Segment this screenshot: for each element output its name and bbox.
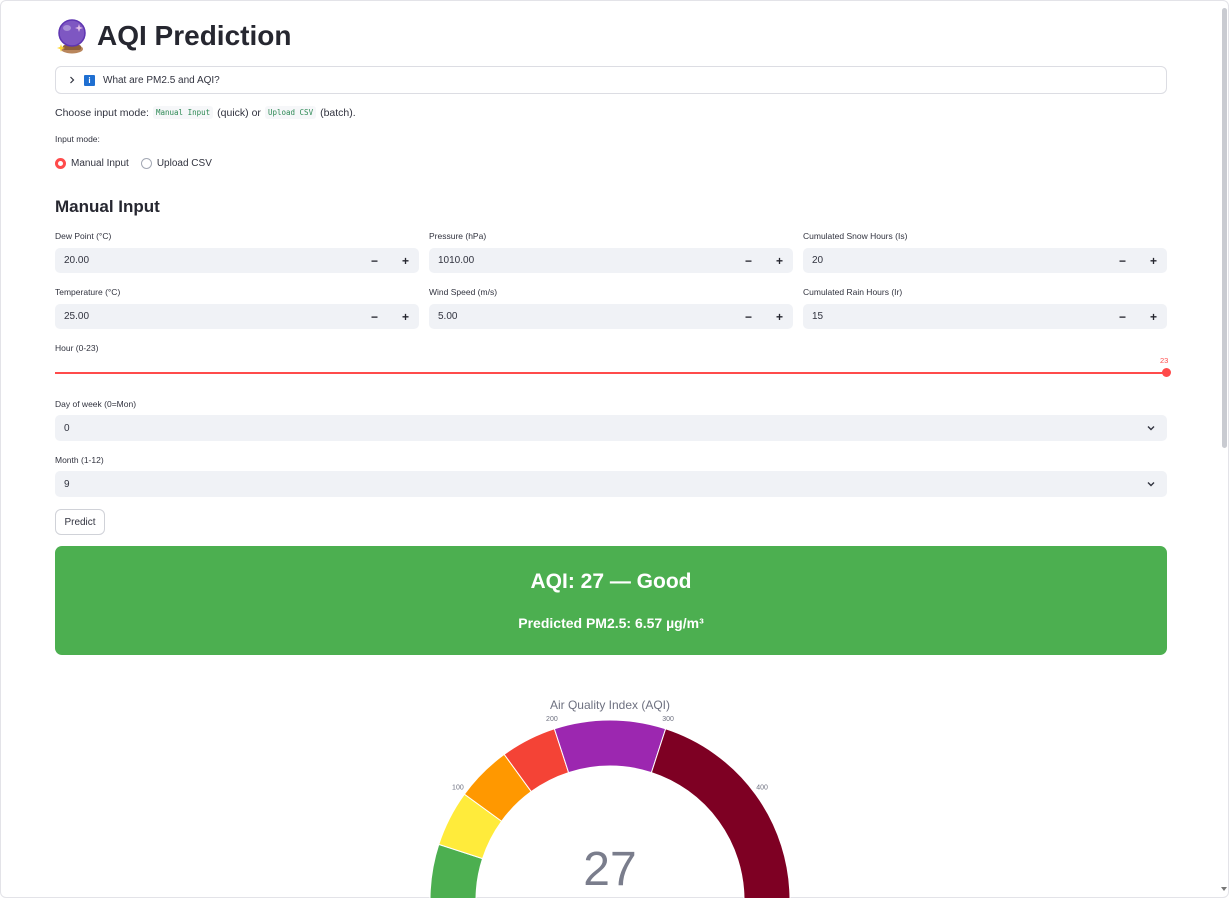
decrement-button[interactable]: − [371,310,378,324]
gauge-value: 27 [583,843,636,896]
radio-csv-label: Upload CSV [156,158,212,169]
decrement-button[interactable]: − [371,254,378,268]
manual-input-heading: Manual Input [55,197,160,216]
radio-manual-input[interactable]: Manual Input [55,158,129,169]
mode-text-suffix: (batch). [320,106,356,119]
decrement-button[interactable]: − [745,310,752,324]
pressure-input[interactable]: 1010.00 − + [429,248,793,273]
decrement-button[interactable]: − [1119,254,1126,268]
hour-label: Hour (0-23) [55,343,99,353]
increment-button[interactable]: + [1150,310,1157,324]
gauge-tick-label: 400 [756,784,768,791]
day-of-week-select[interactable]: 0 [55,415,1167,441]
hour-slider-thumb[interactable] [1162,368,1171,377]
month-label: Month (1-12) [55,455,104,465]
decrement-button[interactable]: − [1119,310,1126,324]
pressure-value[interactable]: 1010.00 [438,255,745,266]
temperature-input[interactable]: 25.00 − + [55,304,419,329]
decrement-button[interactable]: − [745,254,752,268]
aqi-result-banner: AQI: 27 — Good Predicted PM2.5: 6.57 µg/… [55,546,1167,655]
increment-button[interactable]: + [1150,254,1157,268]
gauge-title: Air Quality Index (AQI) [550,698,670,712]
radio-upload-csv[interactable]: Upload CSV [140,158,212,169]
input-mode-description: Choose input mode: Manual Input (quick) … [55,106,356,119]
input-mode-radio-group: Manual Input Upload CSV [55,158,212,169]
day-of-week-label: Day of week (0=Mon) [55,399,137,409]
hour-slider-value: 23 [1160,356,1169,365]
chevron-right-icon [70,76,75,84]
pm-aqi-expander[interactable]: i What are PM2.5 and AQI? [55,66,1167,94]
wind-speed-label: Wind Speed (m/s) [429,287,498,297]
increment-button[interactable]: + [402,254,409,268]
mode-code-csv: Upload CSV [264,106,317,119]
aqi-gauge-chart: Air Quality Index (AQI) 100 200 300 400 27 [429,698,791,898]
pressure-label: Pressure (hPa) [429,231,487,241]
wind-speed-value[interactable]: 5.00 [438,311,745,322]
snow-hours-input[interactable]: 20 − + [803,248,1167,273]
aqi-result-text: AQI: 27 — Good [530,570,692,593]
mode-code-manual: Manual Input [152,106,214,119]
scroll-down-icon[interactable] [1221,886,1227,892]
page-title-row: AQI Prediction [55,18,291,54]
dew-point-label: Dew Point (°C) [55,231,112,241]
chevron-down-icon [1147,426,1155,431]
mode-text-prefix: Choose input mode: [55,106,149,119]
radio-unselected-indicator [140,158,152,169]
gauge-band-4 [553,719,667,774]
chevron-down-icon [1147,482,1155,487]
rain-hours-label: Cumulated Rain Hours (Ir) [803,287,903,297]
dew-point-value[interactable]: 20.00 [64,255,371,266]
increment-button[interactable]: + [776,310,783,324]
page-title: AQI Prediction [97,20,292,51]
rain-hours-value[interactable]: 15 [812,311,1119,322]
gauge-tick-label: 300 [662,716,674,723]
info-icon: i [84,74,95,86]
rain-hours-input[interactable]: 15 − + [803,304,1167,329]
hour-slider-track[interactable] [55,372,1167,374]
expander-label: What are PM2.5 and AQI? [103,74,220,86]
wind-speed-input[interactable]: 5.00 − + [429,304,793,329]
temperature-value[interactable]: 25.00 [64,311,371,322]
radio-selected-indicator [55,158,66,169]
input-mode-label: Input mode: [55,134,100,144]
mode-text-middle: (quick) or [217,106,261,119]
snow-hours-label: Cumulated Snow Hours (Is) [803,231,908,241]
dew-point-input[interactable]: 20.00 − + [55,248,419,273]
radio-manual-label: Manual Input [71,158,129,169]
temperature-label: Temperature (°C) [55,287,121,297]
gauge-tick-label: 200 [546,716,558,723]
increment-button[interactable]: + [776,254,783,268]
month-value: 9 [64,478,70,490]
month-select[interactable]: 9 [55,471,1167,497]
crystal-ball-icon [57,19,86,54]
scrollbar[interactable] [1222,8,1227,448]
day-of-week-value: 0 [64,422,70,434]
predict-button[interactable]: Predict [55,509,105,535]
pm25-result-text: Predicted PM2.5: 6.57 µg/m³ [518,615,704,631]
gauge-tick-label: 100 [452,784,464,791]
snow-hours-value[interactable]: 20 [812,255,1119,266]
gauge-band-5 [650,728,791,898]
increment-button[interactable]: + [402,310,409,324]
